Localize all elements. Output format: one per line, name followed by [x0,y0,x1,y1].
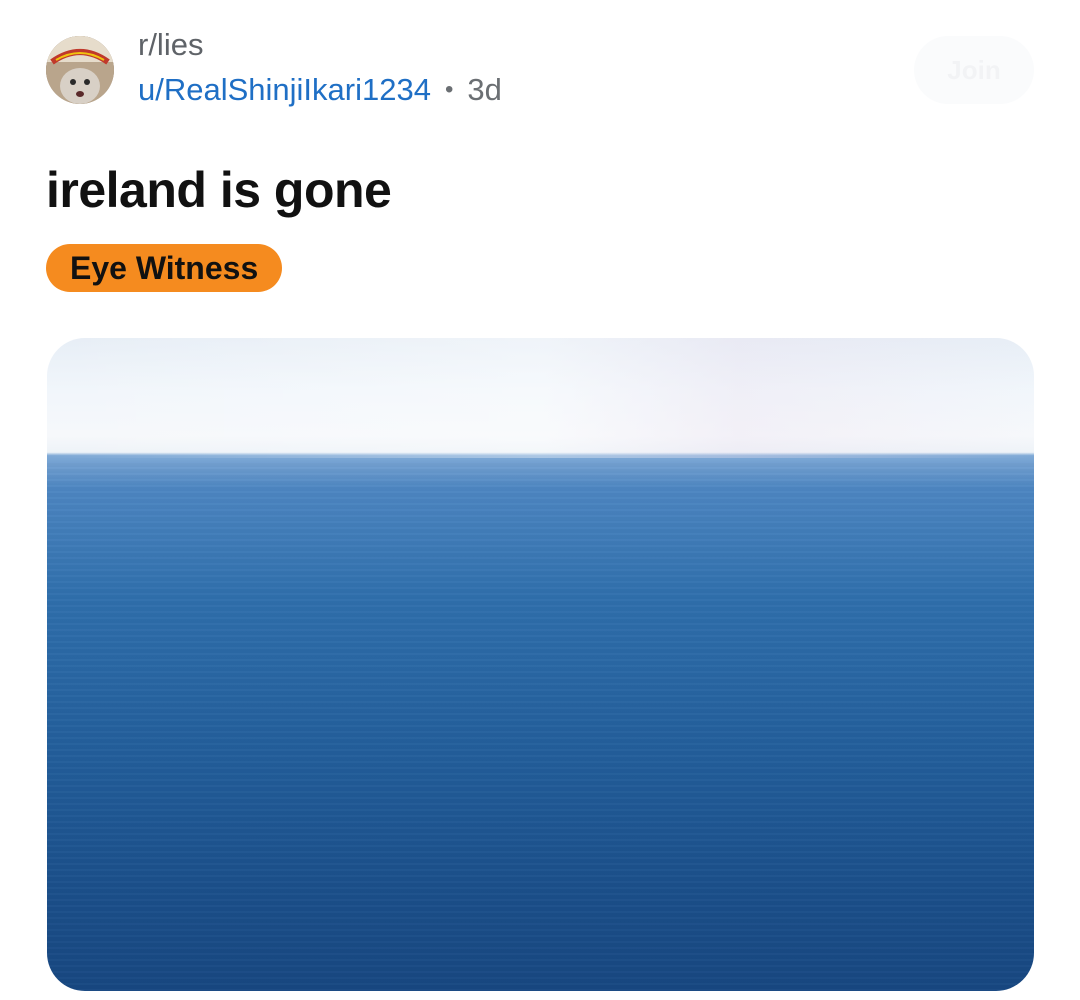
author-line: u/RealShinjiIkari1234 • 3d [138,64,502,116]
avatar-icon [46,36,114,104]
join-button[interactable]: Join [914,36,1034,104]
reddit-post: r/lies u/RealShinjiIkari1234 • 3d Join ire… [0,0,1080,1000]
subreddit-avatar[interactable] [46,36,114,104]
ocean-surface [47,463,1034,991]
post-meta: r/lies u/RealShinjiIkari1234 • 3d [138,26,502,116]
post-image[interactable] [47,338,1034,991]
subreddit-name[interactable]: r/lies [138,26,502,64]
username-link[interactable]: u/RealShinjiIkari1234 [138,72,431,107]
post-flair[interactable]: Eye Witness [46,244,283,292]
sky-haze [47,338,1034,458]
separator-dot: • [444,76,454,103]
post-title[interactable]: ireland is gone [46,158,392,222]
post-age: 3d [467,72,502,107]
